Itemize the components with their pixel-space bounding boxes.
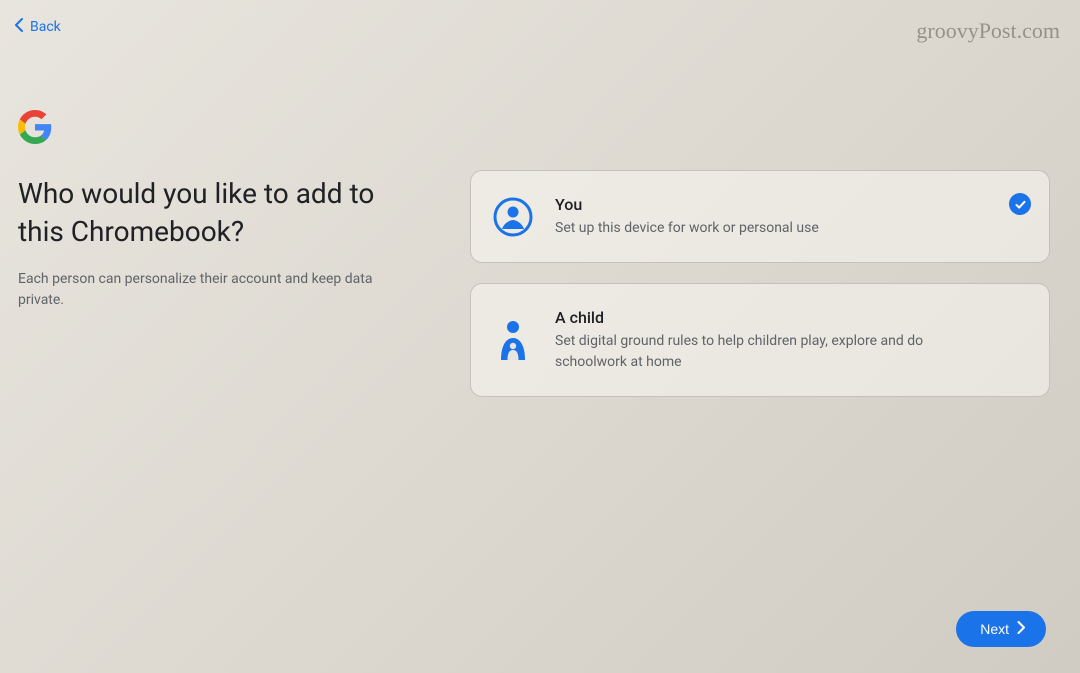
back-button[interactable]: Back	[14, 18, 61, 35]
next-label: Next	[980, 621, 1009, 637]
option-text: A child Set digital ground rules to help…	[555, 308, 997, 372]
option-you[interactable]: You Set up this device for work or perso…	[470, 170, 1050, 263]
google-logo-icon	[18, 110, 52, 148]
person-circle-icon	[493, 197, 533, 237]
page-title: Who would you like to add to this Chrome…	[18, 175, 398, 251]
option-title: You	[555, 195, 997, 214]
back-label: Back	[30, 19, 61, 35]
options-list: You Set up this device for work or perso…	[470, 170, 1050, 417]
option-description: Set digital ground rules to help childre…	[555, 331, 997, 372]
next-button[interactable]: Next	[956, 611, 1046, 647]
checkmark-icon	[1009, 193, 1031, 215]
option-child[interactable]: A child Set digital ground rules to help…	[470, 283, 1050, 397]
family-icon	[493, 320, 533, 360]
option-title: A child	[555, 308, 997, 327]
page-subtitle: Each person can personalize their accoun…	[18, 269, 398, 311]
option-description: Set up this device for work or personal …	[555, 218, 997, 238]
watermark-text: groovyPost.com	[916, 18, 1060, 44]
chevron-right-icon	[1017, 621, 1026, 637]
option-text: You Set up this device for work or perso…	[555, 195, 997, 238]
content-heading-area: Who would you like to add to this Chrome…	[18, 175, 398, 311]
chevron-left-icon	[14, 18, 24, 35]
